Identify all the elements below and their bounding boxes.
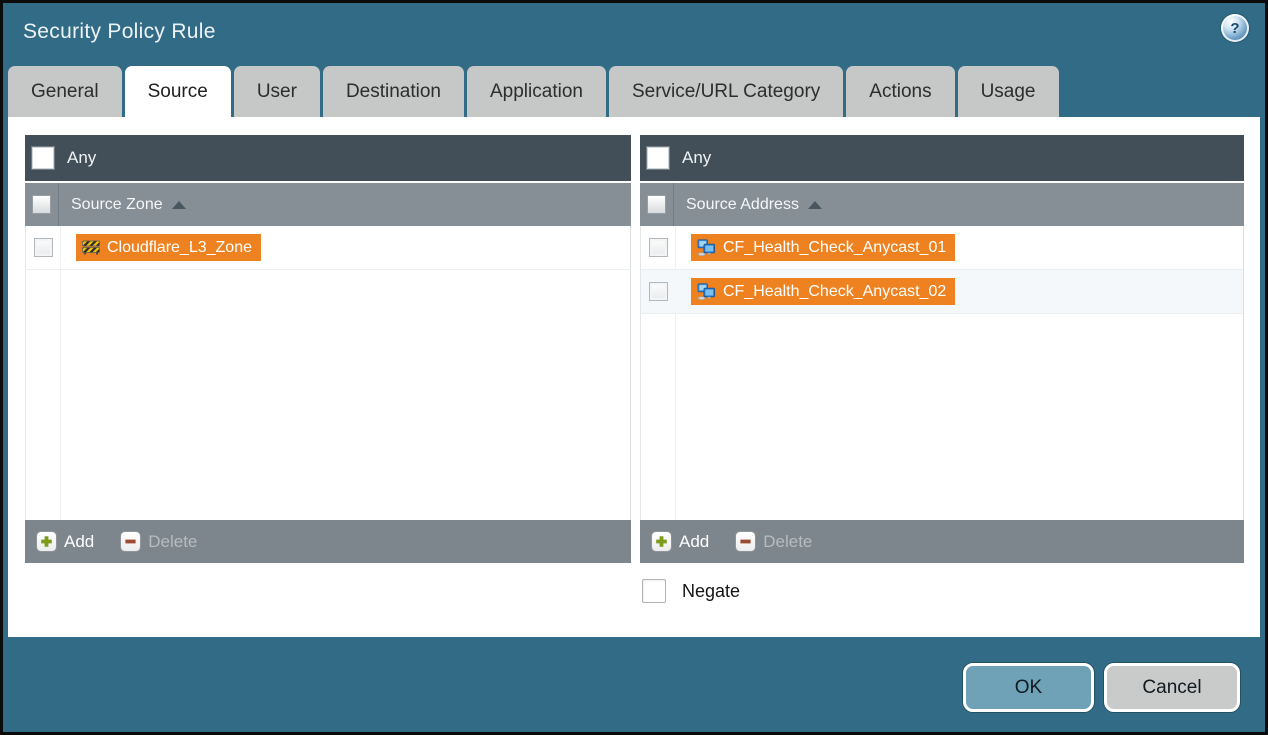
source-address-any-checkbox[interactable] <box>647 147 669 169</box>
source-tab-content: Any Source Zone <box>8 117 1260 637</box>
source-address-row-checkbox[interactable] <box>649 238 668 257</box>
help-icon[interactable]: ? <box>1221 14 1249 42</box>
source-zone-any-label: Any <box>67 148 96 168</box>
minus-icon <box>120 531 141 552</box>
source-address-footer-bar: Add Delete <box>640 520 1244 563</box>
network-hosts-icon <box>697 283 716 300</box>
source-zone-column-header[interactable]: Source Zone <box>25 183 631 226</box>
tab-service-url-category[interactable]: Service/URL Category <box>609 66 843 117</box>
sort-ascending-arrow-icon <box>172 201 186 209</box>
tab-usage[interactable]: Usage <box>958 66 1059 117</box>
sort-ascending-arrow-icon <box>808 201 822 209</box>
source-zone-footer-bar: Add Delete <box>25 520 631 563</box>
source-address-panel: Any Source Address <box>640 135 1244 563</box>
source-zone-item-label: Cloudflare_L3_Zone <box>107 239 252 257</box>
add-button[interactable]: Add <box>36 531 94 552</box>
title-bar: Security Policy Rule ? <box>3 3 1265 65</box>
source-zone-item[interactable]: Cloudflare_L3_Zone <box>76 234 261 261</box>
source-address-list: CF_Health_Check_Anycast_01 <box>640 226 1244 520</box>
table-row: Cloudflare_L3_Zone <box>26 226 630 270</box>
plus-icon <box>36 531 57 552</box>
negate-checkbox[interactable] <box>642 579 666 603</box>
tab-user[interactable]: User <box>234 66 320 117</box>
plus-icon <box>651 531 672 552</box>
add-button[interactable]: Add <box>651 531 709 552</box>
source-address-item[interactable]: CF_Health_Check_Anycast_01 <box>691 234 955 261</box>
source-address-column-label: Source Address <box>686 196 799 214</box>
cancel-button[interactable]: Cancel <box>1104 663 1240 712</box>
source-address-select-all-checkbox[interactable] <box>647 195 666 214</box>
delete-button[interactable]: Delete <box>735 531 812 552</box>
source-zone-any-header: Any <box>25 135 631 181</box>
page-title: Security Policy Rule <box>23 20 216 44</box>
source-address-item-label: CF_Health_Check_Anycast_02 <box>723 283 946 301</box>
tab-source[interactable]: Source <box>125 66 231 117</box>
tab-actions[interactable]: Actions <box>846 66 954 117</box>
table-row: CF_Health_Check_Anycast_01 <box>641 226 1243 270</box>
source-address-item[interactable]: CF_Health_Check_Anycast_02 <box>691 278 955 305</box>
source-address-item-label: CF_Health_Check_Anycast_01 <box>723 239 946 257</box>
tab-application[interactable]: Application <box>467 66 606 117</box>
source-address-any-label: Any <box>682 148 711 168</box>
table-row: CF_Health_Check_Anycast_02 <box>641 270 1243 314</box>
source-address-any-header: Any <box>640 135 1244 181</box>
minus-icon <box>735 531 756 552</box>
source-address-column-header[interactable]: Source Address <box>640 183 1244 226</box>
delete-button[interactable]: Delete <box>120 531 197 552</box>
source-zone-list: Cloudflare_L3_Zone <box>25 226 631 520</box>
source-zone-panel: Any Source Zone <box>25 135 631 563</box>
source-address-row-checkbox[interactable] <box>649 282 668 301</box>
source-zone-row-checkbox[interactable] <box>34 238 53 257</box>
network-hosts-icon <box>697 239 716 256</box>
zone-barricade-icon <box>82 240 100 255</box>
tab-general[interactable]: General <box>8 66 122 117</box>
negate-label: Negate <box>682 581 740 602</box>
source-zone-select-all-checkbox[interactable] <box>32 195 51 214</box>
tab-bar: General Source User Destination Applicat… <box>8 66 1059 117</box>
ok-button[interactable]: OK <box>963 663 1094 712</box>
security-policy-rule-dialog: Security Policy Rule ? General Source Us… <box>0 0 1268 735</box>
source-zone-column-label: Source Zone <box>71 196 163 214</box>
negate-row: Negate <box>642 579 740 603</box>
tab-destination[interactable]: Destination <box>323 66 464 117</box>
source-zone-any-checkbox[interactable] <box>32 147 54 169</box>
